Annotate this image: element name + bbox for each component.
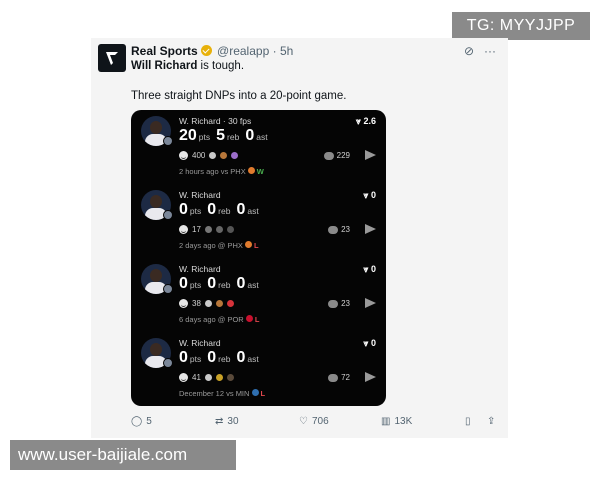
rating: ⩔ 0 xyxy=(363,338,376,348)
game-row: W. Richard 0 pts 0 reb 0 ast ⩔ 0 38 23 6 days… xyxy=(131,258,386,332)
comments: 72 xyxy=(328,373,350,382)
rating-icon: ⩔ xyxy=(363,338,371,348)
team-badge-icon xyxy=(163,136,173,146)
team-badge-icon xyxy=(163,284,173,294)
team-logo-icon xyxy=(245,315,253,322)
stat-line: 20 pts 5 reb 0 ast xyxy=(179,127,268,144)
game-info: 2 hours ago vs PHX W xyxy=(179,167,264,176)
smile-icon xyxy=(179,151,188,160)
game-row: W. Richard 0 pts 0 reb 0 ast ⩔ 0 17 23 2 days… xyxy=(131,184,386,258)
team-logo-icon xyxy=(251,389,259,396)
heart-icon xyxy=(226,300,234,307)
game-row: W. Richard · 30 fps 20 pts 5 reb 0 ast ⩔ 2.6 … xyxy=(131,110,386,184)
game-info: December 12 vs MIN L xyxy=(179,389,266,398)
share-icon xyxy=(365,372,376,382)
repost-icon: ⇄ xyxy=(215,416,224,427)
reply-icon: ◯ xyxy=(131,416,143,427)
fire-icon xyxy=(220,152,228,159)
team-badge-icon xyxy=(163,358,173,368)
goat-icon xyxy=(204,300,212,307)
emoji-icon xyxy=(226,226,234,233)
headline-rest: is tough. xyxy=(197,60,245,72)
grok-icon[interactable]: ⊘ xyxy=(464,44,474,58)
stat-line: 0 pts 0 reb 0 ast xyxy=(179,275,259,292)
reactions: 38 xyxy=(179,299,234,308)
team-badge-icon xyxy=(163,210,173,220)
watermark-top: TG: MYYJJPP xyxy=(452,12,590,40)
game-info: 2 days ago @ PHX L xyxy=(179,241,259,250)
comment-icon xyxy=(328,225,339,234)
stats-card-image[interactable]: W. Richard · 30 fps 20 pts 5 reb 0 ast ⩔ 2.6 … xyxy=(131,110,386,406)
comment-icon xyxy=(328,373,339,382)
rating-icon: ⩔ xyxy=(363,264,371,274)
stat-line: 0 pts 0 reb 0 ast xyxy=(179,201,259,218)
views-icon: ▥ xyxy=(381,416,391,427)
more-icon[interactable]: ··· xyxy=(484,44,496,58)
rating: ⩔ 0 xyxy=(363,264,376,274)
emoji-icon xyxy=(215,300,223,307)
comments: 23 xyxy=(328,225,350,234)
real-sports-logo-icon[interactable] xyxy=(98,44,126,72)
separator: · xyxy=(272,44,277,58)
headline-bold: Will Richard xyxy=(131,60,198,72)
reactions: 41 xyxy=(179,373,234,382)
comment-icon xyxy=(328,299,339,308)
team-logo-icon xyxy=(245,241,252,248)
post-time[interactable]: 5h xyxy=(280,44,293,58)
smile-icon xyxy=(179,225,188,234)
rating-icon: ⩔ xyxy=(363,190,371,200)
author-name[interactable]: Real Sports xyxy=(131,44,198,58)
emoji-icon xyxy=(204,226,212,233)
headline: Will Richard is tough. xyxy=(131,60,244,72)
views-button[interactable]: ▥ 13K xyxy=(381,416,412,427)
watermark-bottom: www.user-baijiale.com xyxy=(10,440,236,470)
stat-line: 0 pts 0 reb 0 ast xyxy=(179,349,259,366)
rating: ⩔ 2.6 xyxy=(355,116,376,126)
smile-icon xyxy=(179,373,188,382)
action-bar: ◯ 5 ⇄ 30 ♡ 706 ▥ 13K ▯ ⇪ xyxy=(131,416,501,434)
comments: 23 xyxy=(328,299,350,308)
bookmark-icon: ▯ xyxy=(465,416,471,427)
post-body: Three straight DNPs into a 20-point game… xyxy=(131,90,347,102)
share-icon xyxy=(365,298,376,308)
emoji-icon xyxy=(226,374,234,381)
reactions: 400 xyxy=(179,151,239,160)
share-upload-icon: ⇪ xyxy=(487,416,496,427)
reply-button[interactable]: ◯ 5 xyxy=(131,416,152,427)
repost-button[interactable]: ⇄ 30 xyxy=(215,416,239,427)
share-icon xyxy=(365,224,376,234)
player-name: W. Richard · 30 fps xyxy=(179,116,252,126)
reactions: 17 xyxy=(179,225,234,234)
player-name: W. Richard xyxy=(179,264,221,274)
smile-icon xyxy=(179,299,188,308)
verified-icon xyxy=(200,45,212,56)
emoji-icon xyxy=(215,226,223,233)
heart-icon: ♡ xyxy=(299,416,308,427)
goat-icon xyxy=(204,374,212,381)
team-logo-icon xyxy=(247,167,255,174)
share-button[interactable]: ⇪ xyxy=(487,416,495,427)
player-name: W. Richard xyxy=(179,190,221,200)
header-icons: ⊘ ··· xyxy=(464,44,496,58)
comment-icon xyxy=(323,151,334,160)
player-name: W. Richard xyxy=(179,338,221,348)
author-line: Real Sports @realapp · 5h xyxy=(131,44,293,58)
emoji-icon xyxy=(215,374,223,381)
goat-icon xyxy=(209,152,217,159)
comments: 229 xyxy=(323,151,350,160)
tweet: Real Sports @realapp · 5h ⊘ ··· Will Ric… xyxy=(91,38,508,438)
bookmark-button[interactable]: ▯ xyxy=(465,416,471,427)
game-row: W. Richard 0 pts 0 reb 0 ast ⩔ 0 41 72 Decemb… xyxy=(131,332,386,406)
author-handle[interactable]: @realapp xyxy=(217,44,269,58)
rating: ⩔ 0 xyxy=(363,190,376,200)
emoji-icon xyxy=(231,152,239,159)
game-info: 6 days ago @ POR L xyxy=(179,315,260,324)
like-button[interactable]: ♡ 706 xyxy=(299,416,329,427)
share-icon xyxy=(365,150,376,160)
